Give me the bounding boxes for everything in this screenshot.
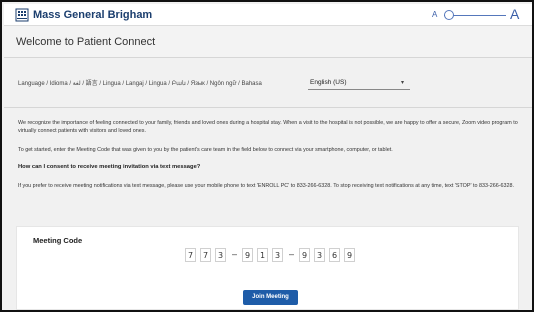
code-digit-10[interactable]: 9 — [344, 248, 355, 262]
instructions-paragraph: To get started, enter the Meeting Code t… — [18, 147, 393, 153]
code-separator: – — [289, 249, 295, 259]
code-digit-2[interactable]: 7 — [200, 248, 211, 262]
brand-name: Mass General Brigham — [33, 9, 153, 21]
text-message-paragraph: If you prefer to receive meeting notific… — [18, 183, 515, 189]
code-digit-1[interactable]: 7 — [185, 248, 196, 262]
building-icon — [15, 8, 29, 22]
join-meeting-button[interactable]: Join Meeting — [243, 290, 298, 305]
font-size-large-label[interactable]: A — [510, 6, 519, 22]
code-separator: – — [232, 249, 238, 259]
font-size-small-label[interactable]: A — [432, 10, 437, 19]
top-bar: Mass General Brigham A A — [4, 4, 532, 26]
font-size-slider[interactable] — [444, 9, 506, 21]
code-digit-3[interactable]: 3 — [215, 248, 226, 262]
code-digit-6[interactable]: 3 — [272, 248, 283, 262]
meeting-code-card: Meeting Code 7 7 3 – 9 1 3 – 9 3 6 9 Joi… — [16, 226, 519, 310]
language-selected-value: English (US) — [310, 79, 347, 86]
language-label: Language / Idioma / ﻟﻐﺔ / 語言 / Lingua / … — [18, 81, 262, 87]
page-frame: Mass General Brigham A A Welcome to Pati… — [0, 0, 534, 312]
code-digit-8[interactable]: 3 — [314, 248, 325, 262]
slider-knob[interactable] — [444, 10, 454, 20]
meeting-code-label: Meeting Code — [33, 236, 83, 245]
welcome-bar: Welcome to Patient Connect — [4, 26, 532, 58]
code-digit-4[interactable]: 9 — [242, 248, 253, 262]
code-digit-9[interactable]: 6 — [329, 248, 340, 262]
intro-paragraph: We recognize the importance of feeling c… — [18, 120, 518, 134]
info-section: We recognize the importance of feeling c… — [4, 107, 532, 219]
code-digit-7[interactable]: 9 — [299, 248, 310, 262]
language-select[interactable]: English (US) ▾ — [308, 76, 410, 90]
page-title: Welcome to Patient Connect — [16, 36, 156, 48]
divider — [4, 107, 532, 108]
code-digit-5[interactable]: 1 — [257, 248, 268, 262]
consent-heading: How can I consent to receive meeting inv… — [18, 164, 201, 170]
chevron-down-icon: ▾ — [401, 80, 405, 86]
